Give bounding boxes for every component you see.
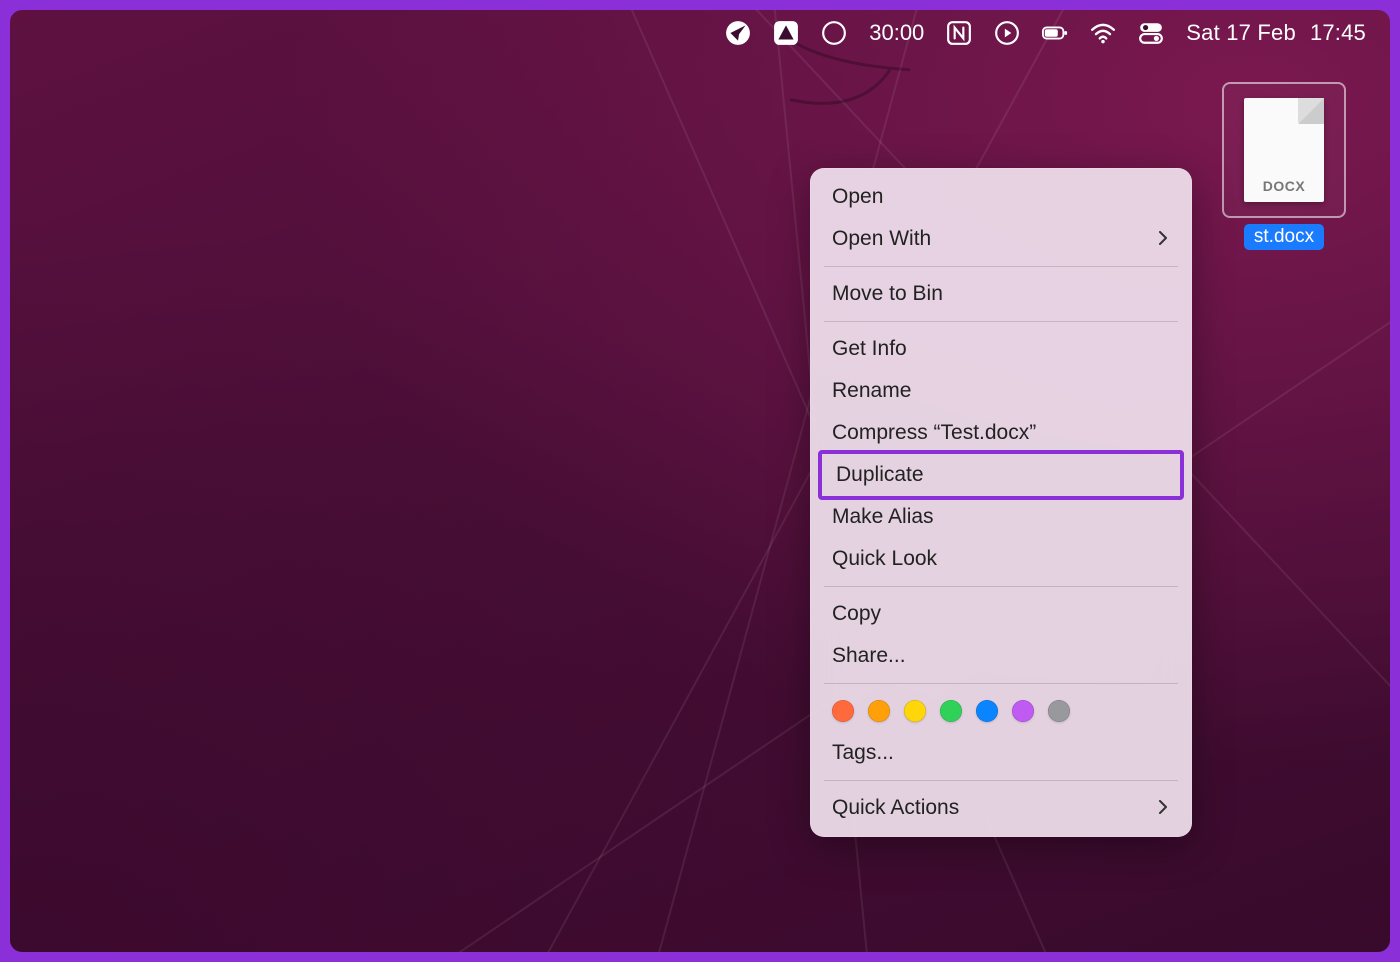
desktop-file[interactable]: DOCX st.docx [1222, 82, 1346, 250]
menu-item-share[interactable]: Share... [810, 635, 1192, 677]
chevron-right-icon [1156, 796, 1170, 820]
file-thumbnail-selection: DOCX [1222, 82, 1346, 218]
tag-purple[interactable] [1012, 700, 1034, 722]
menu-item-duplicate[interactable]: Duplicate [818, 450, 1184, 500]
annotation-frame: 30:00 Sat 17 Feb 17:45 DOCX st.docx [0, 0, 1400, 962]
context-menu: Open Open With Move to Bin Get Info Rena… [810, 168, 1192, 837]
file-name-label[interactable]: st.docx [1244, 224, 1324, 250]
menu-item-tags[interactable]: Tags... [810, 732, 1192, 774]
tag-gray[interactable] [1048, 700, 1070, 722]
notion-icon[interactable] [946, 20, 972, 46]
tag-orange[interactable] [868, 700, 890, 722]
menu-item-quick-look[interactable]: Quick Look [810, 538, 1192, 580]
menu-separator [824, 266, 1178, 267]
menu-item-quick-actions[interactable]: Quick Actions [810, 787, 1192, 829]
menu-item-get-info[interactable]: Get Info [810, 328, 1192, 370]
tag-yellow[interactable] [904, 700, 926, 722]
timer-readout[interactable]: 30:00 [869, 20, 924, 46]
play-circle-icon[interactable] [994, 20, 1020, 46]
tag-color-row [810, 690, 1192, 732]
menu-separator [824, 780, 1178, 781]
wifi-icon[interactable] [1090, 20, 1116, 46]
chevron-right-icon [1156, 227, 1170, 251]
file-thumbnail: DOCX [1244, 98, 1324, 202]
menu-bar-clock[interactable]: Sat 17 Feb 17:45 [1186, 20, 1366, 46]
menu-item-copy[interactable]: Copy [810, 593, 1192, 635]
menu-item-open[interactable]: Open [810, 176, 1192, 218]
menu-separator [824, 321, 1178, 322]
menu-item-compress[interactable]: Compress “Test.docx” [810, 412, 1192, 454]
menu-item-open-with[interactable]: Open With [810, 218, 1192, 260]
control-center-icon[interactable] [1138, 20, 1164, 46]
location-icon[interactable] [725, 20, 751, 46]
menu-separator [824, 683, 1178, 684]
menu-bar-time: 17:45 [1310, 20, 1366, 46]
triangle-app-icon[interactable] [773, 20, 799, 46]
tag-blue[interactable] [976, 700, 998, 722]
battery-icon[interactable] [1042, 20, 1068, 46]
file-extension-badge: DOCX [1244, 178, 1324, 194]
menu-separator [824, 586, 1178, 587]
tag-red[interactable] [832, 700, 854, 722]
menu-bar-date: Sat 17 Feb [1186, 20, 1296, 46]
tag-green[interactable] [940, 700, 962, 722]
desktop[interactable]: 30:00 Sat 17 Feb 17:45 DOCX st.docx [8, 8, 1392, 954]
menu-item-move-to-bin[interactable]: Move to Bin [810, 273, 1192, 315]
menu-item-rename[interactable]: Rename [810, 370, 1192, 412]
menu-item-make-alias[interactable]: Make Alias [810, 496, 1192, 538]
menu-bar: 30:00 Sat 17 Feb 17:45 [10, 10, 1390, 56]
record-circle-icon[interactable] [821, 20, 847, 46]
